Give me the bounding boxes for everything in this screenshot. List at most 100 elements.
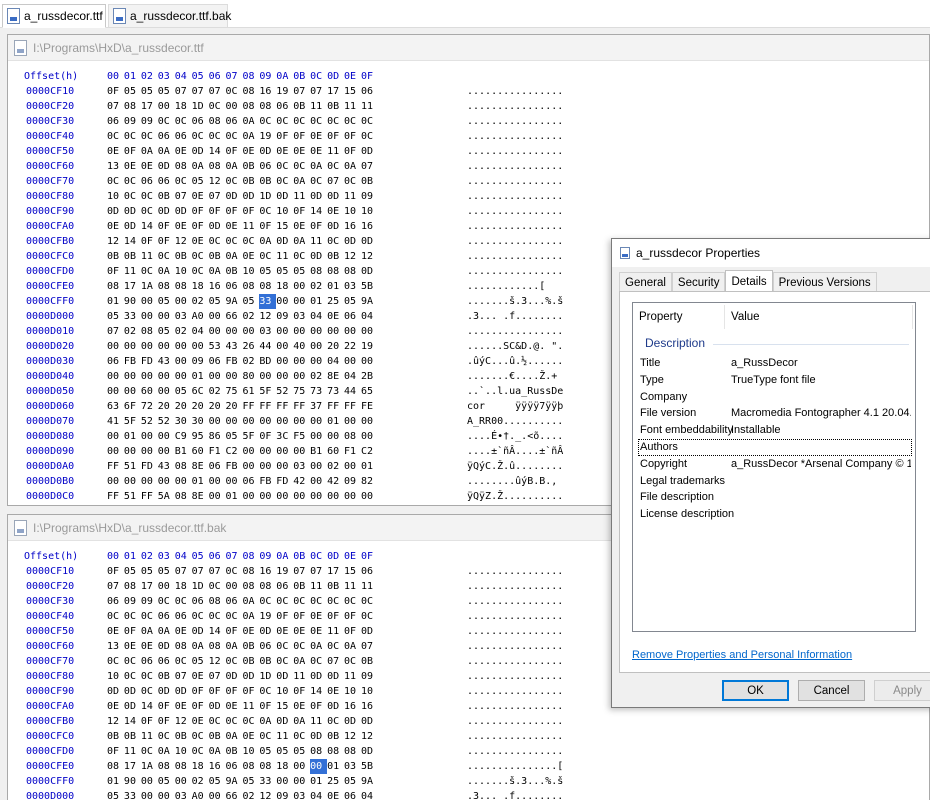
hex-byte[interactable]: 0E <box>310 624 327 639</box>
hex-byte[interactable]: 06 <box>226 114 243 129</box>
ascii-text[interactable]: ................ <box>467 189 563 204</box>
hex-byte[interactable]: 00 <box>141 309 158 324</box>
hex-byte[interactable]: F5 <box>293 429 310 444</box>
hex-byte[interactable]: 08 <box>175 159 192 174</box>
hex-byte[interactable]: 00 <box>276 444 293 459</box>
hex-byte[interactable]: 14 <box>141 219 158 234</box>
hex-byte[interactable]: 16 <box>344 699 361 714</box>
hex-byte[interactable]: 0B <box>259 174 276 189</box>
hex-byte[interactable]: 0B <box>158 669 175 684</box>
hex-byte[interactable]: 06 <box>226 594 243 609</box>
hex-byte[interactable]: 0E <box>276 624 293 639</box>
hex-byte[interactable]: 0C <box>276 639 293 654</box>
hex-byte[interactable]: FF <box>242 399 259 414</box>
hex-byte[interactable]: 0E <box>310 609 327 624</box>
hex-byte[interactable]: 00 <box>192 339 209 354</box>
ascii-text[interactable]: ................ <box>467 564 563 579</box>
ascii-text[interactable]: ........ûýB.B., <box>467 474 557 489</box>
hex-byte[interactable]: 0F <box>124 144 141 159</box>
hex-byte[interactable]: 08 <box>158 279 175 294</box>
hex-byte[interactable]: 60 <box>327 444 344 459</box>
ascii-text[interactable]: ................ <box>467 654 563 669</box>
hex-byte[interactable]: 0E <box>293 144 310 159</box>
ascii-text[interactable]: ................ <box>467 624 563 639</box>
hex-byte[interactable]: 00 <box>124 339 141 354</box>
hex-byte[interactable]: A0 <box>192 789 209 800</box>
ascii-text[interactable]: .3... .f........ <box>467 309 563 324</box>
hex-byte[interactable]: 66 <box>226 309 243 324</box>
hex-byte[interactable]: 11 <box>344 189 361 204</box>
hex-byte[interactable]: 12 <box>107 234 124 249</box>
ascii-text[interactable]: .......š.3...%.š <box>467 774 563 789</box>
hex-byte[interactable]: 0C <box>141 744 158 759</box>
hex-byte[interactable]: 0F <box>344 144 361 159</box>
hex-byte[interactable]: 0D <box>310 189 327 204</box>
hex-byte[interactable]: 0C <box>192 129 209 144</box>
hex-byte[interactable]: 60 <box>141 384 158 399</box>
hex-byte[interactable]: 08 <box>242 579 259 594</box>
ascii-text[interactable]: ................ <box>467 84 563 99</box>
hex-byte[interactable]: 16 <box>209 759 226 774</box>
tab-security[interactable]: Security <box>671 272 726 292</box>
hex-byte[interactable]: 0C <box>192 609 209 624</box>
hex-byte[interactable]: 0B <box>242 654 259 669</box>
hex-byte[interactable]: 08 <box>107 279 124 294</box>
hex-byte[interactable]: 08 <box>259 579 276 594</box>
hex-byte[interactable]: 13 <box>107 159 124 174</box>
hex-byte[interactable]: 0E <box>141 639 158 654</box>
hex-byte[interactable]: 0C <box>242 234 259 249</box>
hex-byte[interactable]: 07 <box>107 579 124 594</box>
hex-byte[interactable]: 19 <box>276 84 293 99</box>
hex-byte[interactable]: 0A <box>158 264 175 279</box>
hex-byte[interactable]: 00 <box>141 789 158 800</box>
hex-byte[interactable]: 16 <box>344 219 361 234</box>
hex-byte[interactable]: 0F <box>344 609 361 624</box>
hex-byte[interactable]: FE <box>361 399 378 414</box>
ascii-text[interactable]: ................ <box>467 264 563 279</box>
ascii-text[interactable]: cor ÿÿÿÿ7ÿÿþ <box>467 399 563 414</box>
hex-byte[interactable]: 42 <box>293 474 310 489</box>
hex-byte[interactable]: 0A <box>192 639 209 654</box>
hex-byte[interactable]: 00 <box>209 324 226 339</box>
hex-byte[interactable]: 43 <box>226 339 243 354</box>
hex-byte[interactable]: 03 <box>344 279 361 294</box>
hex-byte[interactable]: 00 <box>361 354 378 369</box>
hex-byte[interactable]: 0B <box>259 654 276 669</box>
hex-byte[interactable]: 00 <box>361 429 378 444</box>
hex-byte[interactable]: 05 <box>276 744 293 759</box>
hex-byte[interactable]: 5F <box>242 429 259 444</box>
hex-byte[interactable]: 0C <box>310 174 327 189</box>
hex-byte[interactable]: 5F <box>124 414 141 429</box>
hex-byte[interactable]: 05 <box>293 264 310 279</box>
hex-byte[interactable]: 30 <box>192 414 209 429</box>
hex-byte[interactable]: 0D <box>209 699 226 714</box>
hex-byte[interactable]: B1 <box>310 444 327 459</box>
hex-byte[interactable]: 11 <box>344 99 361 114</box>
hex-byte[interactable]: 5A <box>158 489 175 504</box>
hex-byte[interactable]: 07 <box>310 84 327 99</box>
hex-byte[interactable]: 04 <box>310 309 327 324</box>
hex-byte[interactable]: 18 <box>276 759 293 774</box>
hex-byte[interactable]: 06 <box>175 609 192 624</box>
hex-byte[interactable]: 0C <box>259 204 276 219</box>
hex-byte[interactable]: 00 <box>209 309 226 324</box>
ascii-text[interactable]: ....É•†._.<õ.... <box>467 429 563 444</box>
ascii-text[interactable]: .ûýC...û.½...... <box>467 354 563 369</box>
hex-byte[interactable]: 06 <box>158 129 175 144</box>
hex-byte[interactable]: 5B <box>361 759 378 774</box>
hex-byte[interactable]: 0C <box>107 174 124 189</box>
hex-byte[interactable]: 0D <box>107 684 124 699</box>
hex-byte[interactable]: 00 <box>242 444 259 459</box>
hex-byte[interactable]: 16 <box>361 219 378 234</box>
hex-byte[interactable]: 0C <box>259 114 276 129</box>
hex-byte[interactable]: 01 <box>192 474 209 489</box>
hex-byte[interactable]: 06 <box>107 354 124 369</box>
hex-byte[interactable]: 0D <box>310 669 327 684</box>
hex-byte[interactable]: 14 <box>209 144 226 159</box>
hex-byte[interactable]: 05 <box>107 309 124 324</box>
hex-byte[interactable]: 0A <box>344 159 361 174</box>
hex-byte[interactable]: 00 <box>209 489 226 504</box>
hex-byte[interactable]: 00 <box>158 384 175 399</box>
hex-byte[interactable]: 01 <box>361 459 378 474</box>
hex-byte[interactable]: 05 <box>158 324 175 339</box>
